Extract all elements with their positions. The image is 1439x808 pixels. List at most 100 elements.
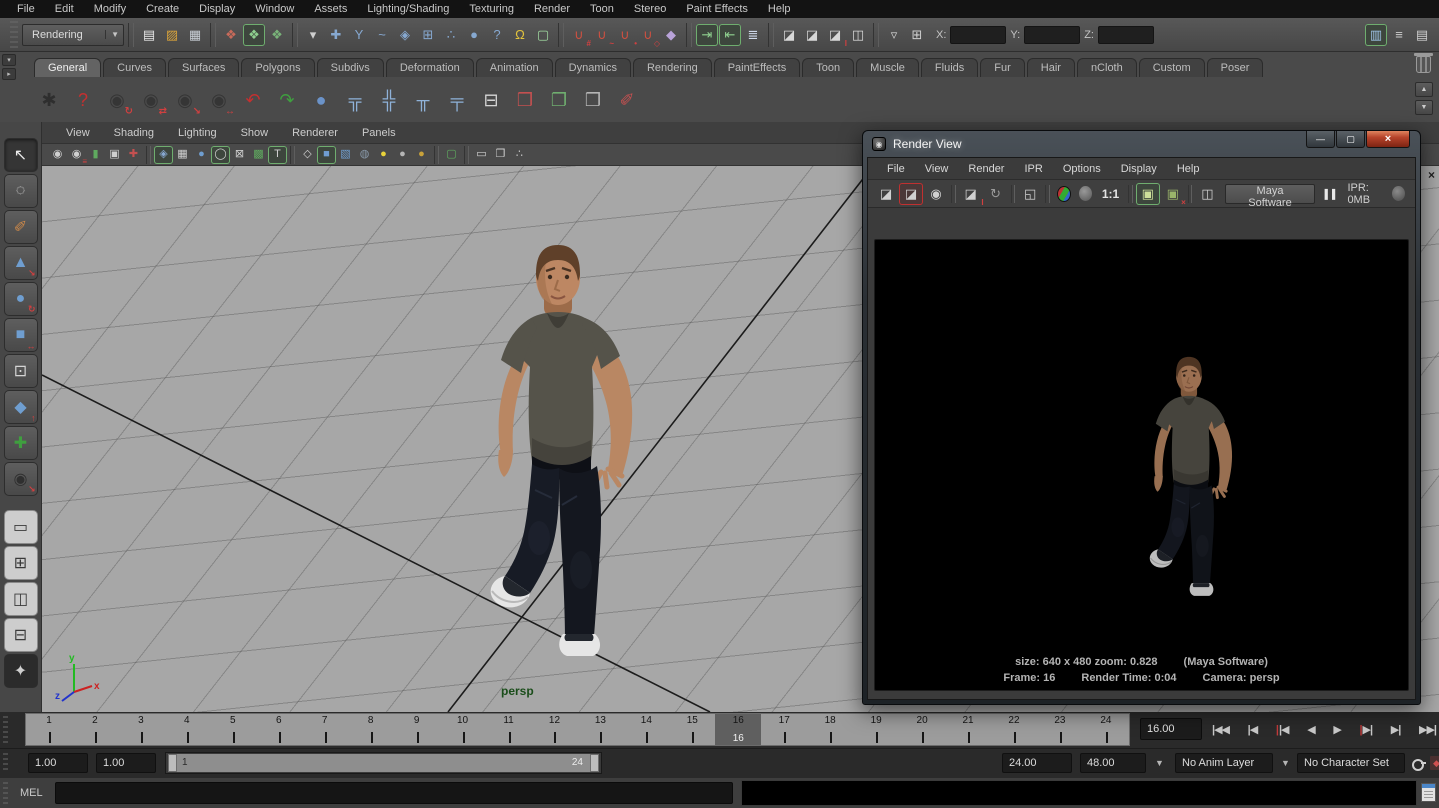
animation-start-field[interactable]	[28, 753, 88, 773]
smooth-shade-icon[interactable]: ■	[317, 146, 336, 164]
field-chart-icon[interactable]: ⊠	[230, 146, 249, 164]
timeline-frame-8[interactable]: 8	[348, 714, 394, 745]
shelf-tab-hair[interactable]: Hair	[1027, 58, 1075, 77]
shelf-tab-dynamics[interactable]: Dynamics	[555, 58, 631, 77]
mask-misc-icon[interactable]: ?	[486, 24, 508, 46]
timeline-frame-19[interactable]: 19	[853, 714, 899, 745]
range-track[interactable]: 1 24	[165, 752, 602, 774]
tool-settings-toggle-icon[interactable]: ≡	[1388, 24, 1410, 46]
redo-shelf-icon[interactable]: ↷	[272, 85, 302, 115]
minimize-button[interactable]: —	[1306, 131, 1335, 148]
make-live-icon[interactable]: ◆	[660, 24, 682, 46]
pane-close-icon[interactable]: ×	[1428, 168, 1435, 182]
ipr-render-icon[interactable]: ◪I	[959, 183, 983, 205]
shared-nodes-icon[interactable]: ∴	[510, 146, 529, 164]
select-object-mode-icon[interactable]: ❖	[243, 24, 265, 46]
toolbar-separator[interactable]	[292, 23, 298, 47]
frame-ruler[interactable]: 1234567891011121314151616171819202122232…	[25, 713, 1130, 746]
toolbar-grip[interactable]	[10, 21, 18, 47]
playback-end-field[interactable]	[1002, 753, 1072, 773]
sphere-cube-shelf-icon[interactable]: ❐	[544, 85, 574, 115]
all-lights-icon[interactable]: ●	[374, 146, 393, 164]
render-frame-icon[interactable]: ◪	[874, 183, 898, 205]
select-component-mode-icon[interactable]: ❖	[266, 24, 288, 46]
shelf-scroll-down-icon[interactable]: ▼	[1415, 100, 1433, 115]
refresh-ipr-icon[interactable]: ↻	[984, 183, 1008, 205]
panel-menu-view[interactable]: View	[56, 127, 100, 139]
attribute-editor-toggle-icon[interactable]: ▤	[1411, 24, 1433, 46]
lasso-tool-button[interactable]: ◌	[4, 174, 38, 208]
step-back-frame-button[interactable]: ||◀	[1276, 723, 1289, 736]
shelf-tab-custom[interactable]: Custom	[1139, 58, 1205, 77]
timeline-frame-5[interactable]: 5	[210, 714, 256, 745]
menu-set-selector[interactable]: Rendering ▼	[22, 24, 124, 46]
camera-track-shelf-icon[interactable]: ◉⇄	[136, 85, 166, 115]
snap-to-points-icon[interactable]: ∪•	[614, 24, 636, 46]
timeline-frame-2[interactable]: 2	[72, 714, 118, 745]
mask-deformations-icon[interactable]: ⊞	[417, 24, 439, 46]
symmetry-dropdown-icon[interactable]: ▿	[883, 24, 905, 46]
timeline-frame-21[interactable]: 21	[945, 714, 991, 745]
toolbar-separator[interactable]	[558, 23, 564, 47]
shelf-tab-general[interactable]: General	[34, 58, 101, 77]
render-view-menu-help[interactable]: Help	[1168, 163, 1209, 175]
hypergraph-shelf-icon[interactable]: ⊟	[476, 85, 506, 115]
ipr-region-icon[interactable]	[1392, 186, 1405, 201]
input-connections-icon[interactable]: ⇥	[696, 24, 718, 46]
menu-edit[interactable]: Edit	[46, 0, 83, 18]
menu-window[interactable]: Window	[246, 0, 303, 18]
rangebar-grip[interactable]	[3, 753, 8, 773]
shelf-tab-ncloth[interactable]: nCloth	[1077, 58, 1137, 77]
timeline-frame-6[interactable]: 6	[256, 714, 302, 745]
paint-tool-shelf-icon[interactable]: ✐	[612, 85, 642, 115]
render-current-frame-icon[interactable]: ◪	[801, 24, 823, 46]
timeline-frame-15[interactable]: 15	[669, 714, 715, 745]
open-render-view-icon[interactable]: ◪	[778, 24, 800, 46]
menu-render[interactable]: Render	[525, 0, 579, 18]
auto-keyframe-toggle-icon[interactable]: ◆	[1429, 755, 1439, 771]
region-render-icon[interactable]: ◱	[1018, 183, 1042, 205]
camera-zoom-shelf-icon[interactable]: ◉↔	[204, 85, 234, 115]
z-coordinate-field[interactable]	[1098, 26, 1154, 44]
shelf-scroll-up-icon[interactable]: ▲	[1415, 82, 1433, 97]
panel-menu-lighting[interactable]: Lighting	[168, 127, 227, 139]
resolution-gate-icon[interactable]: ●	[192, 146, 211, 164]
panel-menu-show[interactable]: Show	[231, 127, 279, 139]
shelf-tab-toon[interactable]: Toon	[802, 58, 854, 77]
animation-end-field[interactable]	[1080, 753, 1146, 773]
hierarchy-shelf-icon-2[interactable]: ╬	[374, 85, 404, 115]
highlight-selection-mode-icon[interactable]: ▢	[442, 146, 461, 164]
render-view-menu-render[interactable]: Render	[959, 163, 1013, 175]
menu-create[interactable]: Create	[137, 0, 188, 18]
render-view-title-bar[interactable]: ◉ Render View — ▢ ×	[863, 131, 1420, 157]
snap-to-curves-icon[interactable]: ∪~	[591, 24, 613, 46]
shelf-tab-rendering[interactable]: Rendering	[633, 58, 712, 77]
ambient-light-icon[interactable]: ●	[412, 146, 431, 164]
rendered-image-area[interactable]: size: 640 x 480 zoom: 0.828(Maya Softwar…	[874, 239, 1409, 691]
single-pane-layout-button[interactable]: ▭	[4, 510, 38, 544]
character-set-selector[interactable]: No Character Set	[1297, 753, 1405, 773]
hierarchy-shelf-icon-1[interactable]: ╦	[340, 85, 370, 115]
universal-manipulator-button[interactable]: ⊡	[4, 354, 38, 388]
mel-input-field[interactable]	[55, 782, 733, 804]
timeline-frame-17[interactable]: 17	[761, 714, 807, 745]
zoom-one-to-one-button[interactable]: 1:1	[1102, 187, 1119, 201]
select-camera-icon[interactable]: ◉	[48, 146, 67, 164]
close-button[interactable]: ×	[1366, 131, 1410, 148]
menu-help[interactable]: Help	[759, 0, 800, 18]
camera-dolly-shelf-icon[interactable]: ◉↘	[170, 85, 200, 115]
menu-toon[interactable]: Toon	[581, 0, 623, 18]
mask-joints-icon[interactable]: Y	[348, 24, 370, 46]
range-end-handle[interactable]	[590, 754, 599, 772]
panel-menu-renderer[interactable]: Renderer	[282, 127, 348, 139]
toolbar-separator[interactable]	[210, 23, 216, 47]
highlight-selection-icon[interactable]: ▢	[532, 24, 554, 46]
track-selection-icon[interactable]: ⊞	[906, 24, 928, 46]
timeline-frame-9[interactable]: 9	[394, 714, 440, 745]
toolbar-separator[interactable]	[686, 23, 692, 47]
shelf-tab-animation[interactable]: Animation	[476, 58, 553, 77]
xray-icon[interactable]: ❐	[491, 146, 510, 164]
camera-turntable-shelf-icon[interactable]: ◉↻	[102, 85, 132, 115]
range-start-handle[interactable]	[168, 754, 177, 772]
render-view-menu-options[interactable]: Options	[1054, 163, 1110, 175]
